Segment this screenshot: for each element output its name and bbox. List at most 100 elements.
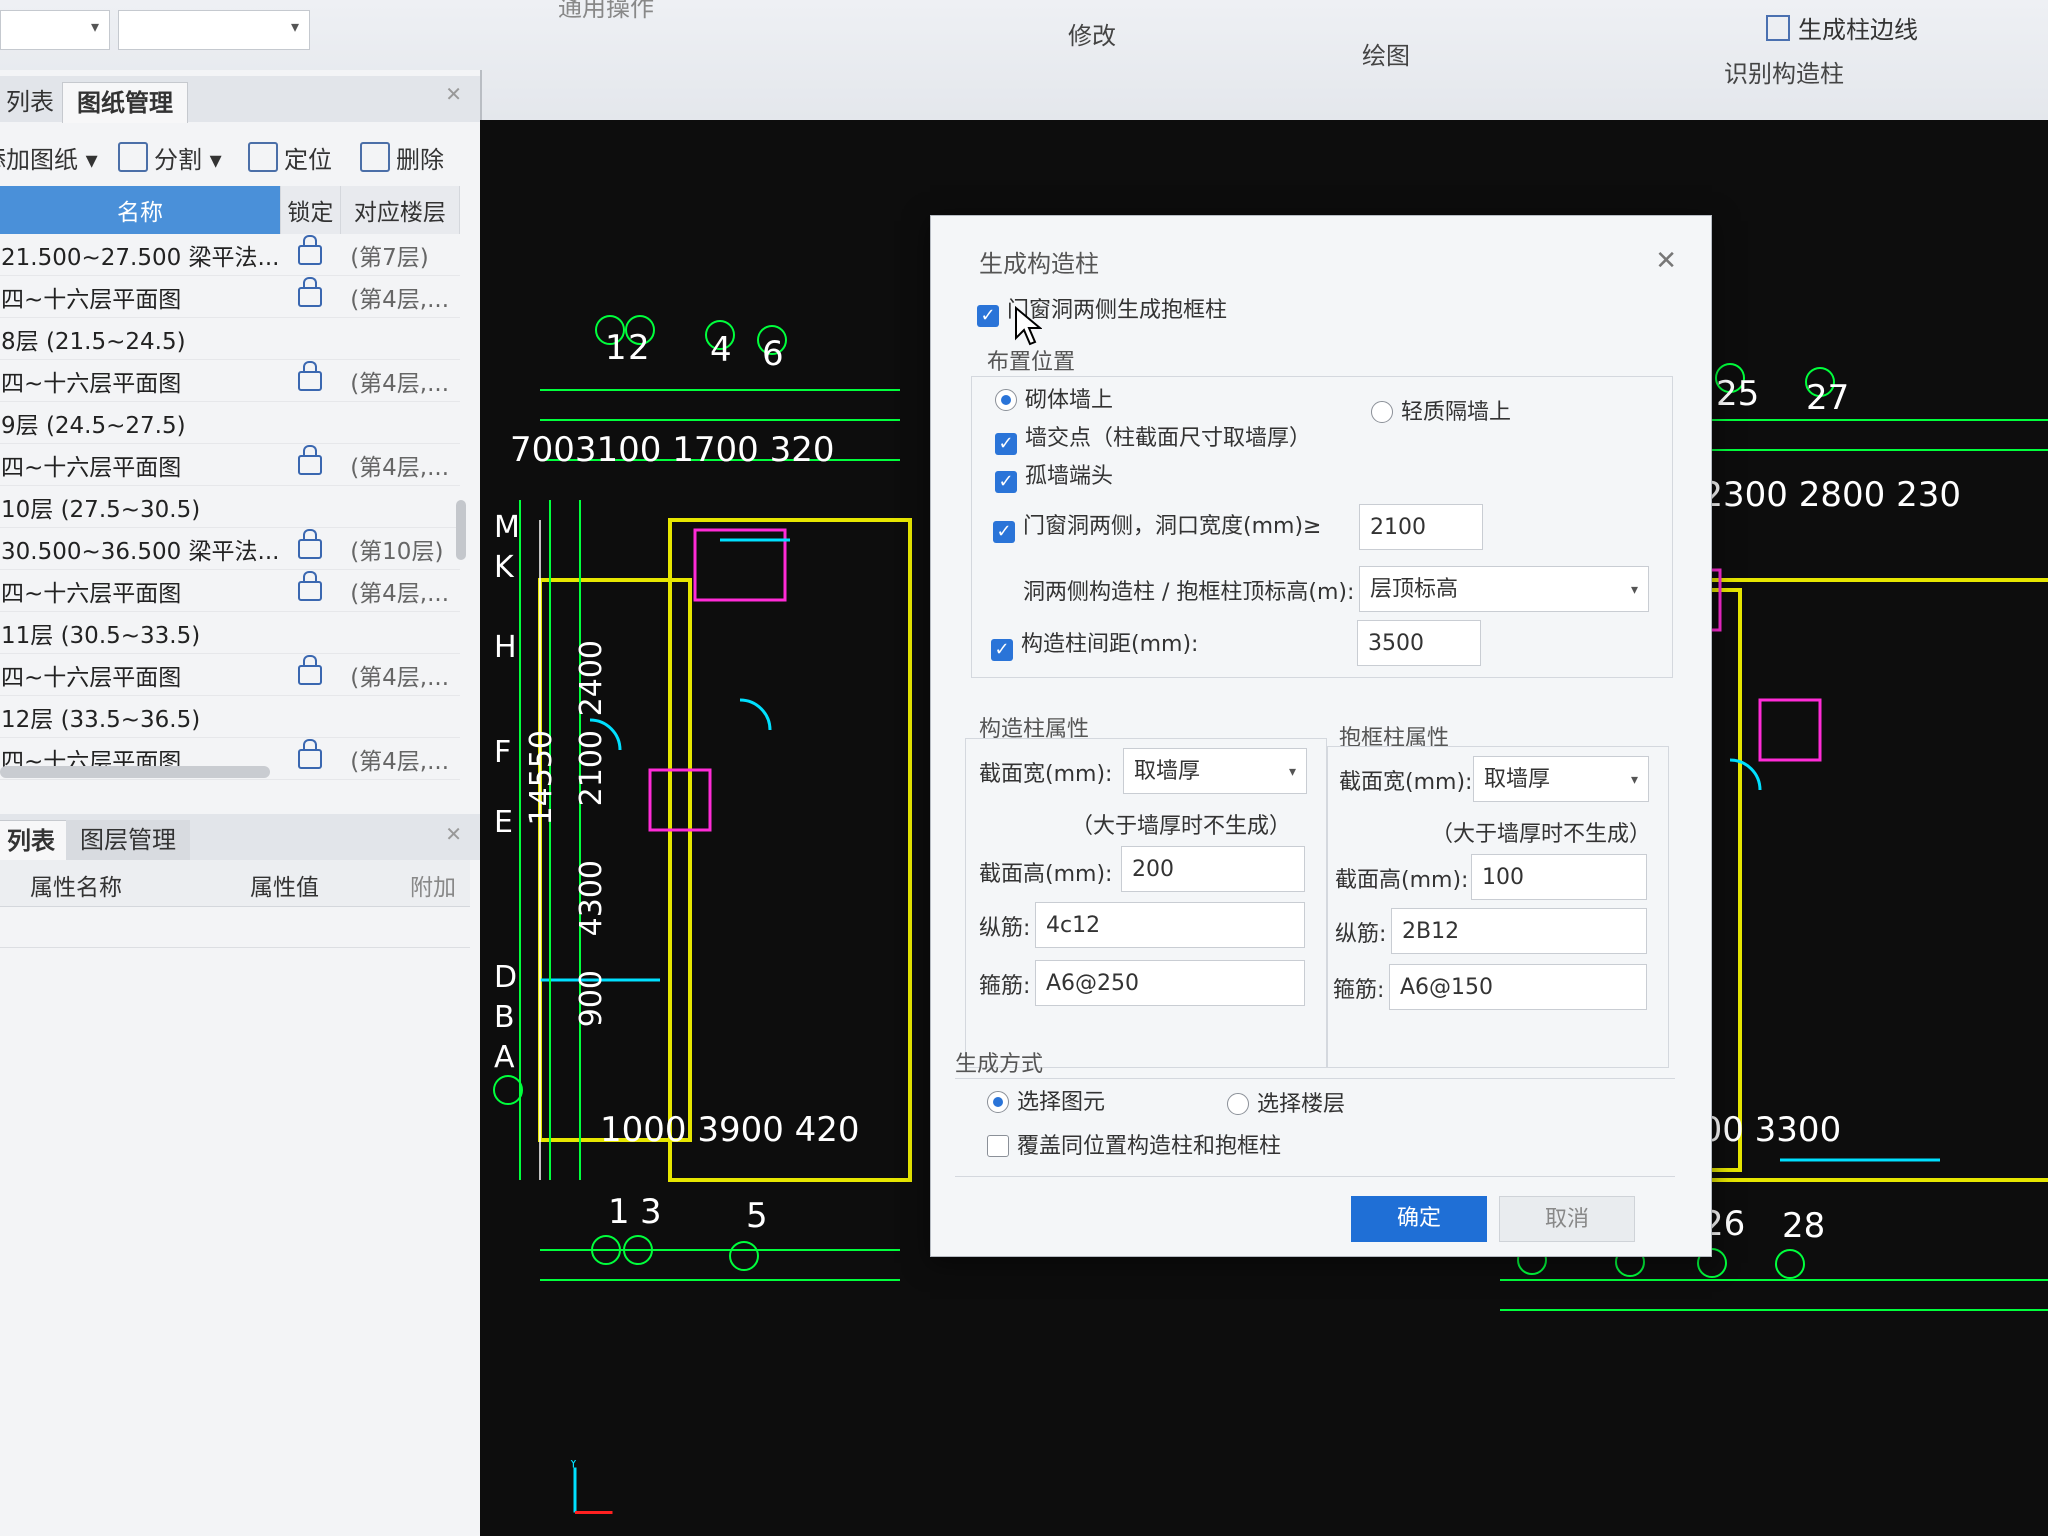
frame-height-input[interactable]: 100 [1471,854,1647,900]
ribbon-combo-2[interactable]: ▾ [118,10,310,50]
table-row[interactable]: 四~十六层平面图 (第4层,... [0,359,460,402]
split-button[interactable]: 分割 ▾ [118,140,222,175]
lock-icon[interactable] [298,276,323,307]
light-partition-radio[interactable]: 轻质隔墙上 [1371,394,1511,426]
panel-toolbar: 添加图纸 ▾ 分割 ▾ 定位 删除 [0,130,480,186]
lock-icon[interactable] [298,528,323,559]
ribbon-combo-1[interactable]: ▾ [0,10,110,50]
checkbox-unchecked-icon [987,1135,1009,1157]
table-row[interactable]: 10层 (27.5~30.5) [0,485,460,528]
lock-icon[interactable] [298,360,323,391]
floor-cell [340,485,460,528]
drawing-name-cell: 11层 (30.5~33.5) [0,611,281,654]
ribbon-group-modify[interactable]: 修改 [1068,16,1116,51]
checkbox-checked-icon: ✓ [993,521,1015,543]
overwrite-checkbox[interactable]: 覆盖同位置构造柱和抱框柱 [987,1128,1281,1160]
table-row[interactable]: 21.500~27.500 梁平法... (第7层) [0,234,460,276]
footer-divider [955,1176,1675,1178]
col-name[interactable]: 名称 [0,186,281,234]
table-row[interactable]: 9层 (24.5~27.5) [0,401,460,444]
drawing-name-cell: 四~十六层平面图 [0,443,281,486]
column-spacing-checkbox[interactable]: ✓ 构造柱间距(mm): [991,626,1198,661]
tab-drawing-manager[interactable]: 图纸管理 [62,82,188,123]
top-elevation-label: 洞两侧构造柱 / 抱框柱顶标高(m): [1023,580,1355,605]
gen-column-edge-button[interactable]: 生成柱边线 [1766,10,1918,45]
lock-icon[interactable] [298,444,323,475]
radio-selected-icon [995,389,1017,411]
panel-tabs: 列表 图纸管理 ✕ [0,76,480,123]
column-stirrup-input[interactable]: A6@250 [1035,960,1305,1006]
table-row[interactable]: 8层 (21.5~24.5) [0,317,460,360]
frame-long-bar-input[interactable]: 2B12 [1391,908,1647,954]
column-spacing-input[interactable]: 3500 [1357,620,1481,666]
ribbon-group-draw[interactable]: 绘图 [1362,36,1410,71]
wall-intersection-checkbox[interactable]: ✓ 墙交点（柱截面尺寸取墙厚） [995,420,1311,455]
table-row[interactable]: 四~十六层平面图 (第4层,... [0,275,460,318]
delete-button[interactable]: 删除 [360,140,444,175]
generation-method-title: 生成方式 [955,1052,1044,1077]
drawing-table-body: 21.500~27.500 梁平法... (第7层) 四~十六层平面图 (第4层,..… [0,234,460,780]
light-partition-label: 轻质隔墙上 [1401,400,1512,425]
floor-cell: (第4层,... [340,359,460,402]
axis-number-label: 5 [746,1196,768,1236]
lock-cell [280,485,341,528]
col-lock[interactable]: 锁定 [280,186,341,234]
lock-icon[interactable] [298,570,323,601]
axis-number-label: 27 [1806,378,1850,418]
table-row[interactable]: 四~十六层平面图 (第4层,... [0,443,460,486]
cancel-button[interactable]: 取消 [1499,1196,1635,1242]
select-element-radio[interactable]: 选择图元 [987,1084,1105,1116]
table-row[interactable]: 四~十六层平面图 (第4层,... [0,569,460,612]
frame-width-value: 取墙厚 [1484,767,1551,792]
layer-panel-tabs: 列表 图层管理 ✕ [0,814,480,861]
placement-title: 布置位置 [987,350,1076,375]
ribbon-group-common[interactable]: 通用操作 [558,0,654,23]
column-spacing-label: 构造柱间距(mm): [1021,632,1199,657]
add-drawing-button[interactable]: 添加图纸 ▾ [0,140,98,175]
checkbox-checked-icon: ✓ [991,639,1013,661]
svg-text:Y: Y [569,1460,578,1471]
select-floor-radio[interactable]: 选择楼层 [1227,1086,1345,1118]
column-width-select[interactable]: 取墙厚 ▾ [1123,748,1307,794]
floor-cell [340,695,460,738]
dialog-title: 生成构造柱 [979,250,1099,278]
opening-sides-checkbox[interactable]: ✓ 门窗洞两侧，洞口宽度(mm)≥ [993,508,1321,543]
lock-icon[interactable] [298,738,323,769]
table-row[interactable]: 30.500~36.500 梁平法... (第10层) [0,527,460,570]
horizontal-scrollbar[interactable] [0,766,270,778]
vertical-scrollbar[interactable] [456,500,466,560]
opening-width-input[interactable]: 2100 [1359,504,1483,550]
close-icon[interactable]: ✕ [445,82,462,106]
frame-stirrup-input[interactable]: A6@150 [1389,964,1647,1010]
frame-width-select[interactable]: 取墙厚 ▾ [1473,756,1649,802]
table-row[interactable]: 12层 (33.5~36.5) [0,695,460,738]
close-icon[interactable]: ✕ [1655,246,1677,276]
frame-height-label: 截面高(mm): [1335,868,1469,893]
radio-selected-icon [987,1091,1009,1113]
axis-number-label: 4 [710,330,732,370]
tab-prop-list[interactable]: 列表 [0,820,70,861]
drawing-name-cell: 四~十六层平面图 [0,275,281,318]
tab-layer-manager[interactable]: 图层管理 [66,820,190,860]
column-long-bar-label: 纵筋: [979,916,1031,941]
col-prop-extra: 附加 [410,875,456,901]
close-icon[interactable]: ✕ [445,822,462,846]
table-row[interactable]: 11层 (30.5~33.5) [0,611,460,654]
isolated-wall-end-checkbox[interactable]: ✓ 孤墙端头 [995,458,1113,493]
column-height-input[interactable]: 200 [1121,846,1305,892]
column-long-bar-input[interactable]: 4c12 [1035,902,1305,948]
trash-icon [360,142,390,172]
lock-icon[interactable] [298,654,323,685]
dimension-label: 4300 [574,860,609,937]
table-row[interactable]: 四~十六层平面图 (第4层,... [0,653,460,696]
locate-button[interactable]: 定位 [248,140,332,175]
tab-list[interactable]: 列表 [0,82,68,122]
top-dimensions-left: 7003100 1700 320 [510,430,835,470]
ribbon-group-recognize[interactable]: 识别构造柱 [1724,54,1844,89]
top-elevation-select[interactable]: 层顶标高 ▾ [1359,566,1649,612]
col-floor[interactable]: 对应楼层 [340,186,461,234]
ok-button[interactable]: 确定 [1351,1196,1487,1242]
chevron-down-icon: ▾ [1288,764,1296,780]
lock-icon[interactable] [298,234,323,265]
masonry-wall-radio[interactable]: 砌体墙上 [995,382,1113,414]
